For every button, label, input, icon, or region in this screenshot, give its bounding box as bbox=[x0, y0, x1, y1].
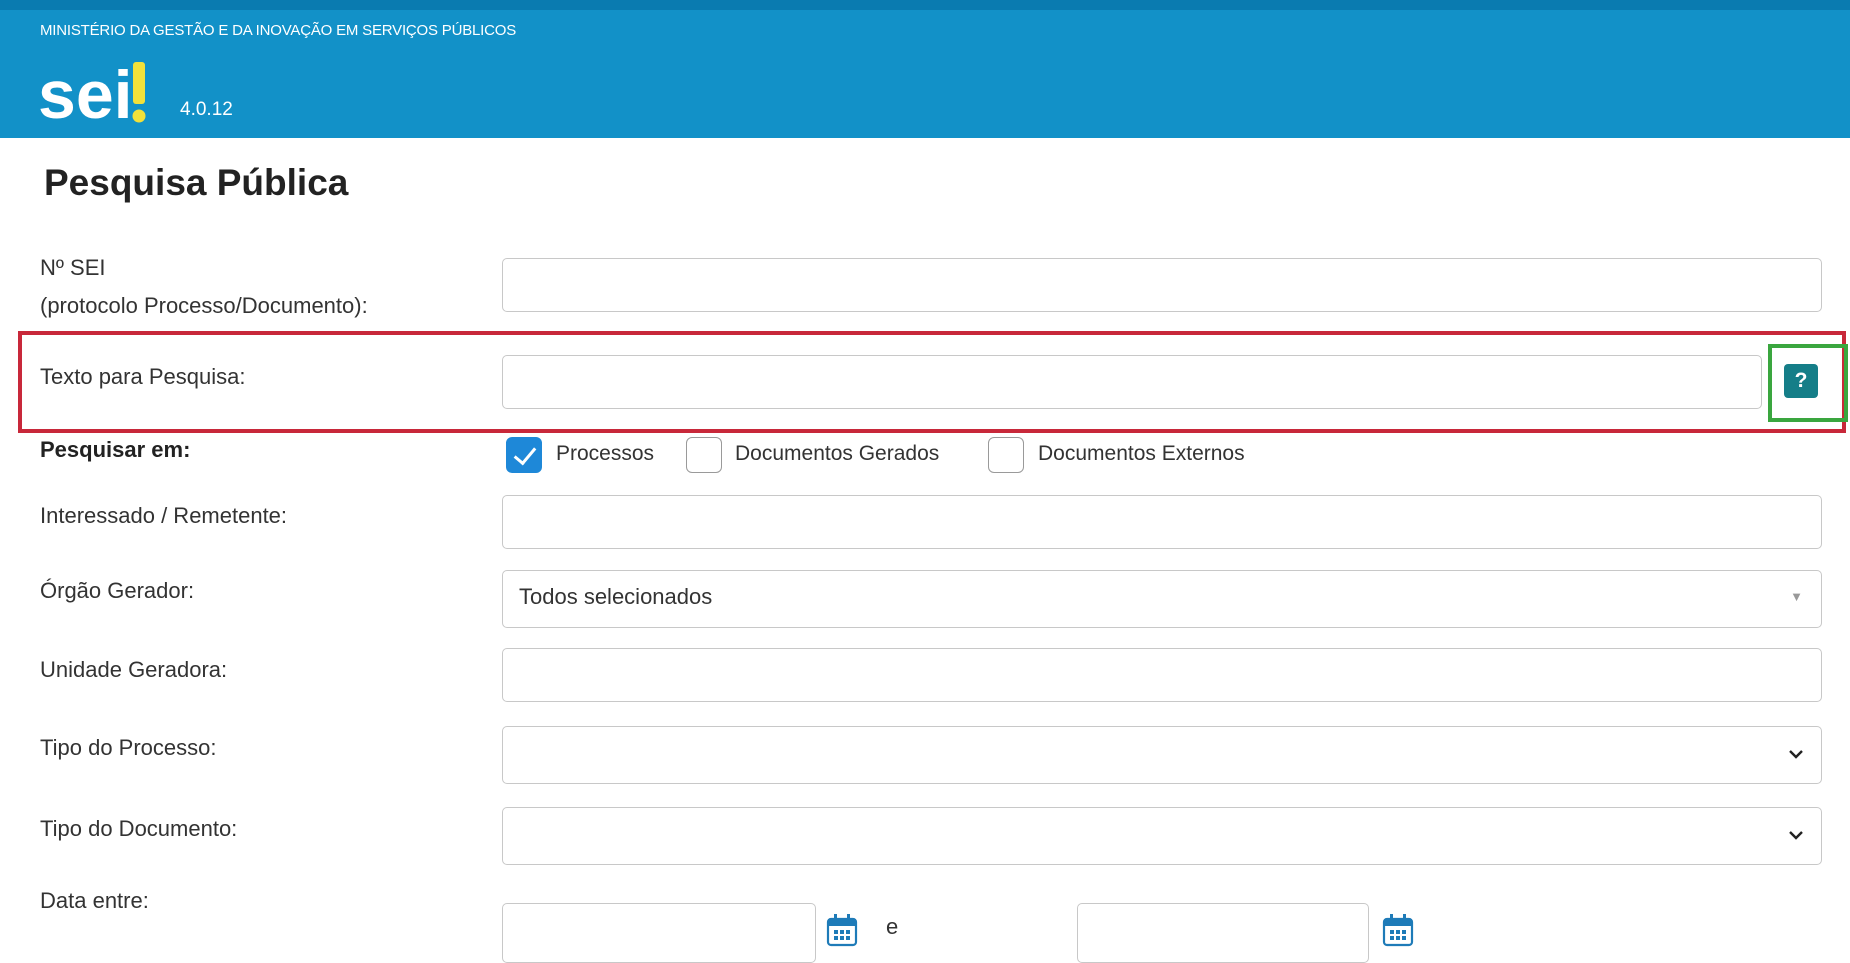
interested-input[interactable] bbox=[503, 496, 1821, 548]
sei-logo[interactable]: sei bbox=[38, 58, 158, 126]
checkbox-processos[interactable] bbox=[506, 437, 542, 473]
calendar-icon[interactable] bbox=[1382, 913, 1414, 947]
chevron-down-icon bbox=[1789, 750, 1803, 759]
page-title: Pesquisa Pública bbox=[44, 162, 349, 203]
header-top-edge bbox=[0, 0, 1850, 10]
unit-input[interactable] bbox=[503, 649, 1821, 701]
unit-label: Unidade Geradora: bbox=[40, 657, 228, 682]
date-separator: e bbox=[886, 914, 899, 939]
search-text-field[interactable] bbox=[502, 355, 1762, 409]
checkbox-documentos-externos[interactable] bbox=[988, 437, 1024, 473]
date-to-field[interactable] bbox=[1077, 903, 1369, 963]
org-label: Órgão Gerador: bbox=[40, 578, 195, 603]
process-type-label: Tipo do Processo: bbox=[40, 735, 217, 760]
ministry-name: MINISTÉRIO DA GESTÃO E DA INOVAÇÃO EM SE… bbox=[40, 22, 517, 39]
checkbox-processos-label[interactable]: Processos bbox=[556, 442, 654, 466]
chevron-down-icon bbox=[1789, 831, 1803, 840]
date-from-field[interactable] bbox=[502, 903, 816, 963]
date-range-label: Data entre: bbox=[40, 888, 149, 913]
version-label: 4.0.12 bbox=[180, 99, 233, 120]
search-text-input[interactable] bbox=[503, 356, 1761, 408]
calendar-icon[interactable] bbox=[826, 913, 858, 947]
header-bar: MINISTÉRIO DA GESTÃO E DA INOVAÇÃO EM SE… bbox=[0, 0, 1850, 138]
unit-field[interactable] bbox=[502, 648, 1822, 702]
interested-label: Interessado / Remetente: bbox=[40, 503, 288, 528]
checkbox-documentos-gerados[interactable] bbox=[686, 437, 722, 473]
org-select[interactable]: Todos selecionados ▼ bbox=[502, 570, 1822, 628]
checkbox-documentos-externos-label[interactable]: Documentos Externos bbox=[1038, 442, 1245, 466]
help-icon[interactable]: ? bbox=[1784, 364, 1818, 398]
sei-number-label-line2: (protocolo Processo/Documento): bbox=[40, 293, 368, 318]
dropdown-caret-icon: ▼ bbox=[1790, 589, 1803, 604]
checkbox-documentos-gerados-label[interactable]: Documentos Gerados bbox=[735, 442, 939, 466]
org-select-value: Todos selecionados bbox=[519, 584, 713, 609]
svg-text:sei: sei bbox=[38, 58, 133, 126]
interested-field[interactable] bbox=[502, 495, 1822, 549]
document-type-select[interactable] bbox=[502, 807, 1822, 865]
sei-number-input[interactable] bbox=[503, 259, 1821, 311]
sei-number-label-line1: Nº SEI bbox=[40, 255, 106, 280]
search-text-label: Texto para Pesquisa: bbox=[40, 364, 246, 389]
search-in-label: Pesquisar em: bbox=[40, 437, 191, 462]
process-type-select[interactable] bbox=[502, 726, 1822, 784]
sei-number-field[interactable] bbox=[502, 258, 1822, 312]
document-type-label: Tipo do Documento: bbox=[40, 816, 238, 841]
